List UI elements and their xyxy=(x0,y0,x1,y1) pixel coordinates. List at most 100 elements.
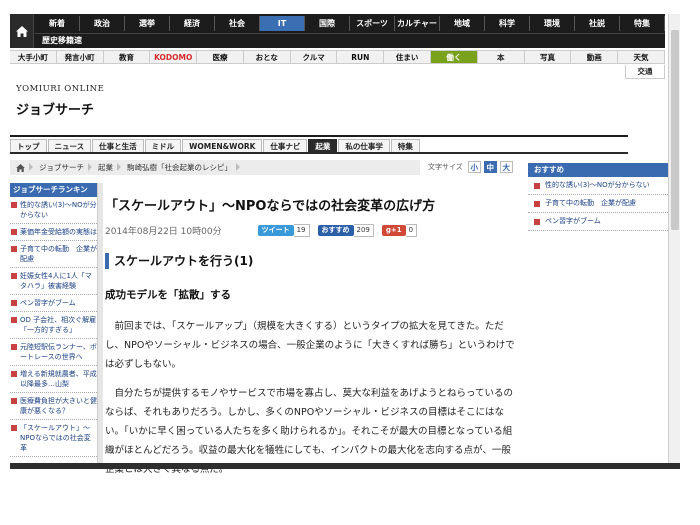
recommend-item[interactable]: 性的な誘い(3)〜NOが分からない xyxy=(528,177,668,195)
recommend-item-link[interactable]: ペン習字がブーム xyxy=(545,217,601,226)
global-nav-secondary-item[interactable]: 歴史移籍速 xyxy=(35,36,82,45)
scrollbar-thumb[interactable] xyxy=(671,30,679,230)
global-nav-item[interactable]: 経済 xyxy=(170,16,215,31)
home-button[interactable] xyxy=(10,14,34,48)
service-nav-item[interactable]: おとな xyxy=(244,51,291,63)
ranking-item[interactable]: ОD 子会社、相次ぐ解雇「一方的すぎる」 xyxy=(10,312,97,339)
tweet-share[interactable]: ツイート 19 xyxy=(257,223,310,237)
font-size-large-button[interactable]: 大 xyxy=(499,161,513,173)
ranking-item[interactable]: ペン習字がブーム xyxy=(10,295,97,312)
service-nav-item[interactable]: KODOMO xyxy=(150,51,198,63)
ranking-item[interactable]: 「スケールアウト」〜NPOならではの社会変革 xyxy=(10,420,97,457)
breadcrumb-home[interactable] xyxy=(10,160,33,175)
section-tab[interactable]: 起業 xyxy=(308,139,338,152)
ranking-item-link[interactable]: ペン習字がブーム xyxy=(20,298,76,308)
section-tab[interactable]: 特集 xyxy=(390,139,420,152)
recommend-item[interactable]: 子育て中の転勤 企業が配慮 xyxy=(528,195,668,213)
global-nav-item[interactable]: 環境 xyxy=(530,16,575,31)
ranking-item[interactable]: 元陸短駅伝ランナー、ボートレースの世界へ xyxy=(10,339,97,366)
recommend-heading: おすすめ xyxy=(528,163,668,177)
bottom-bar xyxy=(10,463,680,469)
service-nav-item[interactable]: クルマ xyxy=(291,51,338,63)
section-logo[interactable]: ジョブサーチ xyxy=(16,99,94,118)
ranking-item[interactable]: 増える新規就農者、平成以降最多…山梨 xyxy=(10,366,97,393)
service-nav-item[interactable]: 本 xyxy=(478,51,525,63)
gplus-button[interactable]: g+1 xyxy=(381,224,406,236)
ranking-item[interactable]: 医療費負担が大きいと健康が悪くなる？ xyxy=(10,393,97,420)
global-nav-item[interactable]: カルチャー xyxy=(395,16,440,31)
section-tab[interactable]: 私の仕事学 xyxy=(338,139,390,152)
recommend-item-link[interactable]: 子育て中の転勤 企業が配慮 xyxy=(545,199,636,208)
ranking-item-link[interactable]: 医療費負担が大きいと健康が悪くなる？ xyxy=(20,396,97,416)
ranking-item-link[interactable]: 薬価年金受給額の実態は xyxy=(20,227,97,237)
global-nav-item[interactable]: 地域 xyxy=(440,16,485,31)
ranking-sidebar: ジョブサーチランキン 性的な誘い(3)〜NOが分からない 薬価年金受給額の実態は子… xyxy=(10,183,97,463)
service-nav-item[interactable]: 住まい xyxy=(384,51,432,63)
ranking-item-link[interactable]: 元陸短駅伝ランナー、ボートレースの世界へ xyxy=(20,342,97,362)
font-size-small-button[interactable]: 小 xyxy=(467,161,481,173)
section-tab[interactable]: 仕事と生活 xyxy=(92,139,144,152)
osusume-button[interactable]: おすすめ xyxy=(317,224,354,236)
global-nav-item[interactable]: 社会 xyxy=(215,16,260,31)
global-nav-item[interactable]: 新着 xyxy=(35,16,80,31)
global-nav: 新着 政治 選挙 経済 社会 IT 国際 スポーツ カルチャー 地域 科学 環境 社説 特集 歴史移籍速 xyxy=(10,14,665,48)
service-nav-item[interactable]: 大手小町 xyxy=(10,51,57,63)
breadcrumb-item[interactable]: 起業 xyxy=(92,160,121,175)
breadcrumb-item[interactable]: 駒崎弘樹「社会起業のレシピ」 xyxy=(121,160,240,175)
site-logo[interactable]: YOMIURI ONLINE xyxy=(16,84,104,94)
ranking-item-link[interactable]: 性的な誘い(3)〜NOが分からない xyxy=(20,200,97,220)
ranking-item[interactable]: 子育て中の転勤 企業が配慮 xyxy=(10,241,97,268)
section-tab[interactable]: ミドル xyxy=(144,139,182,152)
service-nav-item-kotsu[interactable]: 交通 xyxy=(625,65,665,79)
ranking-item-link[interactable]: 妊娠女性4人に1人「マタハラ」被害経験 xyxy=(20,271,97,291)
global-nav-item[interactable]: IT xyxy=(260,16,305,31)
global-nav-item[interactable]: 特集 xyxy=(620,16,665,31)
recommend-item-link[interactable]: 性的な誘い(3)〜NOが分からない xyxy=(545,181,650,190)
article-paragraph: 前回までは、「スケールアップ」（規模を大きくする）というタイプの拡大を見てきた。… xyxy=(105,321,515,370)
bullet-icon xyxy=(11,273,17,279)
ranking-item[interactable]: 薬価年金受給額の実態は xyxy=(10,224,97,241)
recommend-item[interactable]: ペン習字がブーム xyxy=(528,213,668,231)
article-title: 「スケールアウト」〜NPOならではの社会変革の広げ方 xyxy=(105,199,436,214)
article-lead: 成功モデルを「拡散」する xyxy=(105,289,231,301)
page-scrollbar[interactable] xyxy=(668,14,680,467)
service-nav-item[interactable]: RUN xyxy=(337,51,385,63)
ranking-item-link[interactable]: ОD 子会社、相次ぐ解雇「一方的すぎる」 xyxy=(20,315,97,335)
service-nav-item[interactable]: 働く xyxy=(431,51,478,63)
gplus-count: 0 xyxy=(405,223,418,237)
bullet-icon xyxy=(11,202,17,208)
osusume-share[interactable]: おすすめ 209 xyxy=(317,223,374,237)
global-nav-item[interactable]: スポーツ xyxy=(350,16,395,31)
gplus-share[interactable]: g+1 0 xyxy=(381,223,418,237)
breadcrumb-item[interactable]: ジョブサーチ xyxy=(33,160,92,175)
service-nav-item[interactable]: 動画 xyxy=(571,51,619,63)
service-nav-item[interactable]: 教育 xyxy=(104,51,151,63)
section-tab[interactable]: トップ xyxy=(10,139,47,152)
bullet-icon xyxy=(534,201,540,207)
ranking-item-link[interactable]: 「スケールアウト」〜NPOならではの社会変革 xyxy=(20,423,97,453)
section-tab[interactable]: 仕事ナビ xyxy=(263,139,308,152)
section-tab[interactable]: WOMEN&WORK xyxy=(182,139,263,152)
service-nav-item[interactable]: 発言小町 xyxy=(57,51,104,63)
ranking-item[interactable]: 性的な誘い(3)〜NOが分からない xyxy=(10,197,97,224)
service-nav-item[interactable]: 写真 xyxy=(525,51,572,63)
global-nav-item[interactable]: 国際 xyxy=(305,16,350,31)
bullet-icon xyxy=(11,300,17,306)
global-nav-item[interactable]: 政治 xyxy=(80,16,125,31)
header-divider xyxy=(10,135,628,137)
sidebar-scrollbar[interactable] xyxy=(97,183,103,463)
global-nav-item[interactable]: 選挙 xyxy=(125,16,170,31)
ranking-item[interactable]: 妊娠女性4人に1人「マタハラ」被害経験 xyxy=(10,268,97,295)
article-meta: 2014年08月22日 10時00分 ツイート 19 おすすめ 209 g+1 … xyxy=(105,223,520,237)
global-nav-item[interactable]: 科学 xyxy=(485,16,530,31)
service-nav-item[interactable]: 医療 xyxy=(197,51,244,63)
ranking-list: 性的な誘い(3)〜NOが分からない薬価年金受給額の実態は子育て中の転勤 企業が配… xyxy=(10,197,97,457)
ranking-item-link[interactable]: 増える新規就農者、平成以降最多…山梨 xyxy=(20,369,97,389)
service-nav-item[interactable]: 天気 xyxy=(618,51,665,63)
ranking-item-link[interactable]: 子育て中の転勤 企業が配慮 xyxy=(20,244,97,264)
font-size-medium-button[interactable]: 中 xyxy=(483,161,497,173)
global-nav-item[interactable]: 社説 xyxy=(575,16,620,31)
tweet-button[interactable]: ツイート xyxy=(257,224,294,236)
global-nav-secondary-row: 歴史移籍速 xyxy=(35,33,665,47)
section-tab[interactable]: ニュース xyxy=(47,139,92,152)
